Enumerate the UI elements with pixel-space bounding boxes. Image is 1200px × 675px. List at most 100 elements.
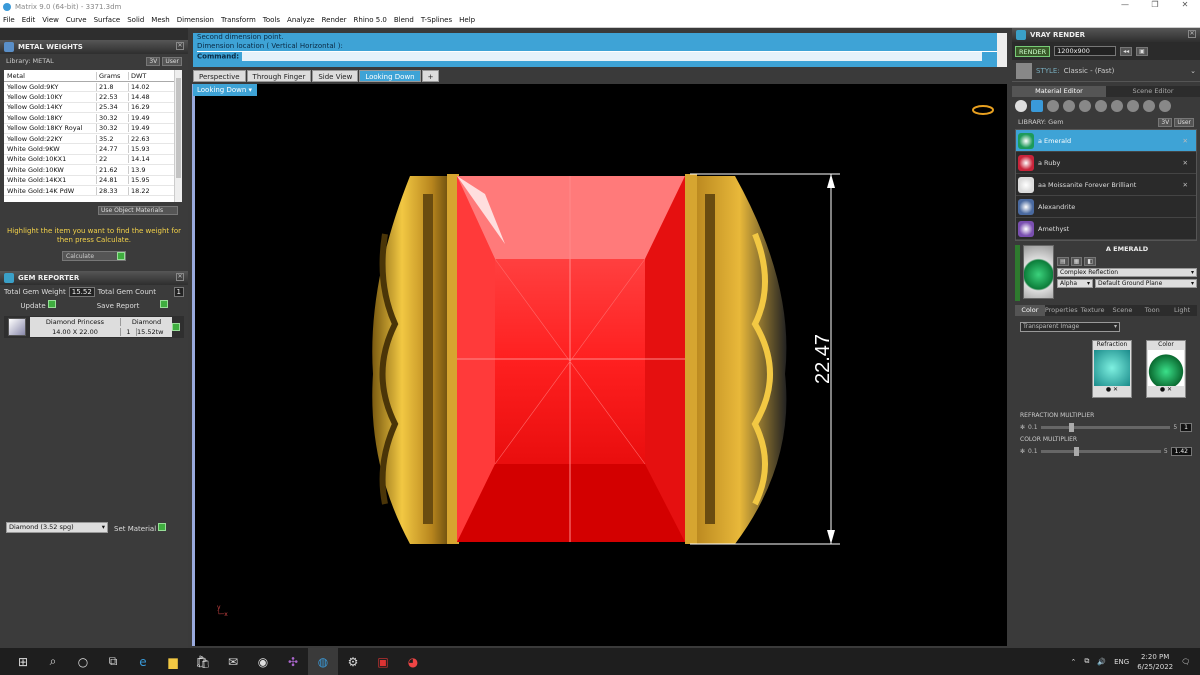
tab-toon[interactable]: Toon <box>1137 305 1168 316</box>
transparent-select[interactable]: Transparent Image <box>1020 322 1120 332</box>
close-icon[interactable]: ✕ <box>1188 30 1196 38</box>
gem-select-icon[interactable] <box>172 323 180 331</box>
tab-color[interactable]: Color <box>1015 305 1045 316</box>
task-view-icon[interactable]: ⧉ <box>98 648 128 675</box>
resolution-field[interactable]: 1200x900 <box>1054 46 1117 56</box>
col-dwt[interactable]: DWT <box>128 71 168 80</box>
close-icon[interactable]: ✕ <box>176 273 184 281</box>
table-row[interactable]: Yellow Gold:18KY Royal 30.32 19.49 <box>4 124 182 134</box>
menu-surface[interactable]: Surface <box>94 16 121 24</box>
refraction-value[interactable]: 1 <box>1180 423 1192 432</box>
copy-icon[interactable] <box>1127 100 1139 112</box>
metal-icon[interactable] <box>1063 100 1075 112</box>
notifications-icon[interactable]: 🗨 <box>1181 658 1190 666</box>
list-item[interactable]: a Emerald ✕ <box>1016 130 1196 152</box>
file-explorer-icon[interactable]: ▆ <box>158 648 188 675</box>
settings-icon[interactable]: ⚙ <box>338 648 368 675</box>
metal-table-scrollbar[interactable] <box>174 70 182 202</box>
tab-scene-editor[interactable]: Scene Editor <box>1106 86 1200 97</box>
menu-view[interactable]: View <box>42 16 59 24</box>
table-row[interactable]: Yellow Gold:14KY 25.34 16.29 <box>4 103 182 114</box>
menu-curve[interactable]: Curve <box>66 16 87 24</box>
menu-dimension[interactable]: Dimension <box>177 16 214 24</box>
sphere-icon[interactable] <box>1047 100 1059 112</box>
refraction-slider[interactable]: ✻ 0.1 5 1 <box>1020 423 1192 432</box>
chrome-icon[interactable]: ◕ <box>398 648 428 675</box>
color-slot[interactable]: Color ● ✕ <box>1146 340 1186 398</box>
gem-list-item[interactable]: Diamond Princess Diamond 14.00 X 22.00 1 15… <box>4 316 184 338</box>
remove-icon[interactable]: ✕ <box>1183 137 1188 145</box>
tab-looking-down[interactable]: Looking Down <box>359 70 421 82</box>
material-select[interactable]: Diamond (3.52 spg) <box>6 522 108 533</box>
minimize-button[interactable]: — <box>1110 0 1140 9</box>
menu-analyze[interactable]: Analyze <box>287 16 315 24</box>
list-item[interactable]: aa Moissanite Forever Brilliant ✕ <box>1016 174 1196 196</box>
close-button[interactable]: ✕ <box>1170 0 1200 9</box>
preview-expand-icon[interactable] <box>1015 245 1021 301</box>
table-row[interactable]: White Gold:9KW 24.77 15.93 <box>4 144 182 155</box>
texture-icon[interactable] <box>1079 100 1091 112</box>
light-icon[interactable] <box>1111 100 1123 112</box>
alpha-select[interactable]: Alpha <box>1057 279 1093 288</box>
gem-tool-icon[interactable] <box>1031 100 1043 112</box>
menu-help[interactable]: Help <box>459 16 475 24</box>
ground-select[interactable]: Default Ground Plane <box>1095 279 1197 288</box>
table-row[interactable]: Yellow Gold:10KY 22.53 14.48 <box>4 92 182 103</box>
command-prompt[interactable]: Command: <box>197 52 1007 62</box>
gem-3v-button[interactable]: 3V <box>1158 117 1173 127</box>
drop-icon[interactable] <box>1015 100 1027 112</box>
tab-scene[interactable]: Scene <box>1107 305 1138 316</box>
tab-properties[interactable]: Properties <box>1044 305 1078 316</box>
menu-file[interactable]: File <box>3 16 15 24</box>
paste-icon[interactable] <box>1143 100 1155 112</box>
clock[interactable]: 2:20 PM 6/25/2022 <box>1137 652 1173 672</box>
style-select[interactable]: Classic - (Fast) <box>1064 67 1115 75</box>
store-icon[interactable]: 🛍 <box>188 648 218 675</box>
network-icon[interactable]: ⧉ <box>1084 657 1089 666</box>
menu-edit[interactable]: Edit <box>22 16 36 24</box>
render-settings-icon[interactable]: ▣ <box>1136 46 1148 56</box>
gem-user-button[interactable]: User <box>1174 117 1194 127</box>
table-row[interactable]: Yellow Gold:22KY 35.2 22.63 <box>4 134 182 145</box>
app-icon-2[interactable]: ✣ <box>278 648 308 675</box>
set-material-button[interactable]: Set Material <box>114 522 167 533</box>
tab-light[interactable]: Light <box>1167 305 1197 316</box>
edge-icon[interactable]: e <box>128 648 158 675</box>
list-item[interactable]: Amethyst <box>1016 218 1196 240</box>
mail-icon[interactable]: ✉ <box>218 648 248 675</box>
tab-side-view[interactable]: Side View <box>312 70 359 82</box>
bulb-icon[interactable] <box>1159 100 1171 112</box>
viewport[interactable]: 22.47 y └─x <box>192 84 1007 646</box>
table-row[interactable]: White Gold:14KX1 24.81 15.95 <box>4 176 182 186</box>
chevron-down-icon[interactable]: ⌄ <box>1190 67 1196 75</box>
pattern-icon[interactable] <box>1095 100 1107 112</box>
add-tab-button[interactable]: + <box>421 70 440 82</box>
table-row[interactable]: White Gold:14K PdW 28.33 18.22 <box>4 186 182 197</box>
command-scrollbar[interactable] <box>997 33 1007 67</box>
remove-icon[interactable]: ✕ <box>1183 159 1188 167</box>
tab-through-finger[interactable]: Through Finger <box>246 70 312 82</box>
remove-icon[interactable]: ✕ <box>1183 181 1188 189</box>
use-object-materials-checkbox[interactable]: Use Object Materials <box>98 206 178 215</box>
calculate-button[interactable]: Calculate <box>62 251 126 261</box>
maximize-button[interactable]: ❐ <box>1140 0 1170 9</box>
menu-tools[interactable]: Tools <box>263 16 280 24</box>
menu-solid[interactable]: Solid <box>127 16 144 24</box>
col-metal[interactable]: Metal <box>4 72 96 80</box>
windows-start-icon[interactable]: ⊞ <box>8 648 38 675</box>
menu-render[interactable]: Render <box>322 16 347 24</box>
app-icon-1[interactable]: ◉ <box>248 648 278 675</box>
table-row[interactable]: Yellow Gold:18KY 30.32 19.49 <box>4 113 182 124</box>
tab-perspective[interactable]: Perspective <box>193 70 246 82</box>
app-icon-3[interactable]: ▣ <box>368 648 398 675</box>
table-row[interactable]: Yellow Gold:9KY 21.8 14.02 <box>4 82 182 93</box>
metal-3v-button[interactable]: 3V <box>146 56 161 66</box>
render-button[interactable]: RENDER <box>1015 45 1051 57</box>
metal-user-button[interactable]: User <box>162 56 182 66</box>
table-row[interactable]: White Gold:10KW 21.62 13.9 <box>4 165 182 176</box>
color-slider[interactable]: ✻ 0.1 5 1.42 <box>1020 447 1192 456</box>
search-icon[interactable]: ⌕ <box>38 648 68 675</box>
close-icon[interactable]: ✕ <box>176 42 184 50</box>
left-panel-handle[interactable] <box>0 28 188 40</box>
cortana-icon[interactable]: ○ <box>68 648 98 675</box>
